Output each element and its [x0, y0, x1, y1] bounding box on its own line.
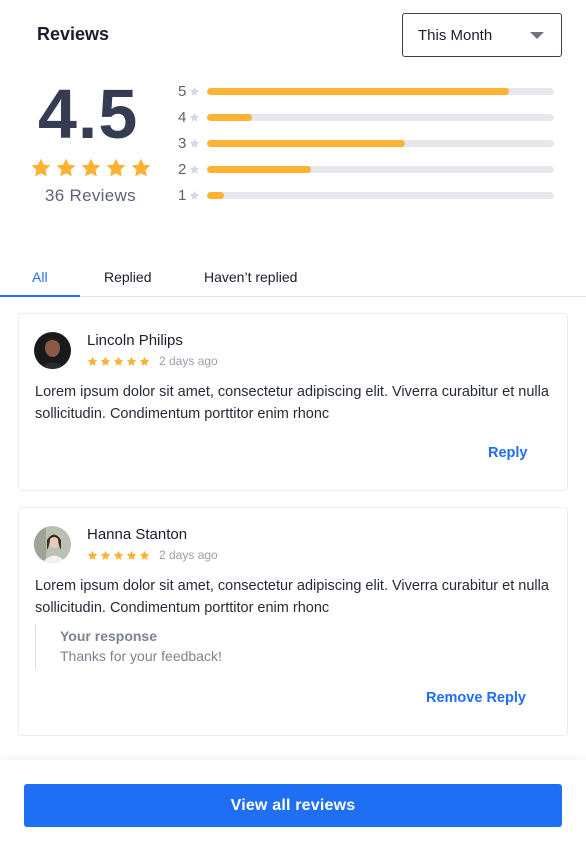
tab-all[interactable]: All: [32, 269, 48, 285]
star-icon: [100, 356, 111, 366]
star-icon: [87, 550, 98, 560]
distribution-row: 3: [178, 130, 558, 156]
distribution-row: 4: [178, 104, 558, 130]
distribution-star-count: 1: [178, 186, 187, 204]
review-text: Lorem ipsum dolor sit amet, consectetur …: [35, 578, 549, 616]
star-icon: [126, 550, 137, 560]
star-icon: [81, 158, 101, 177]
review-filter-tabs: All Replied Haven’t replied: [0, 258, 586, 297]
review-card: Lincoln Philips 2 days ago Lorem ipsum d…: [18, 313, 568, 491]
distribution-bar-track: [207, 139, 554, 147]
distribution-row: 5: [178, 78, 558, 104]
view-all-reviews-button[interactable]: View all reviews: [24, 784, 562, 827]
distribution-bar-fill: [207, 191, 225, 199]
star-icon: [189, 190, 200, 200]
caret-down-icon: [530, 32, 544, 39]
distribution-bar-fill: [207, 165, 312, 173]
distribution-star-count: 3: [178, 134, 187, 152]
star-icon: [126, 356, 137, 366]
distribution-bar-fill: [207, 113, 253, 121]
star-icon: [87, 356, 98, 366]
star-icon: [139, 356, 150, 366]
footer: View all reviews: [0, 760, 586, 852]
period-dropdown-value: This Month: [418, 26, 493, 44]
star-icon: [113, 356, 124, 366]
distribution-bar-fill: [207, 139, 405, 147]
period-dropdown[interactable]: This Month: [402, 13, 562, 57]
response-text: Thanks for your feedback!: [60, 648, 222, 664]
distribution-bar-track: [207, 87, 554, 95]
star-icon: [56, 158, 76, 177]
star-icon: [189, 138, 200, 148]
reviewer-name: Hanna Stanton: [87, 526, 188, 543]
star-icon: [106, 158, 126, 177]
distribution-row: 1: [178, 182, 558, 208]
reply-button[interactable]: Reply: [488, 445, 528, 461]
review-text: Lorem ipsum dolor sit amet, consectetur …: [35, 384, 549, 422]
review-stars: [87, 356, 150, 367]
distribution-bar-track: [207, 191, 554, 199]
distribution-star-count: 4: [178, 108, 187, 126]
response-label: Your response: [60, 628, 157, 644]
star-icon: [113, 550, 124, 560]
review-date: 2 days ago: [159, 548, 218, 562]
distribution-row: 2: [178, 156, 558, 182]
rating-distribution: 5 4 3 2 1: [178, 78, 558, 208]
star-icon: [31, 158, 51, 177]
owner-response: Your response Thanks for your feedback!: [35, 625, 515, 669]
avatar: [34, 526, 71, 563]
distribution-bar-track: [207, 165, 554, 173]
reviewer-name: Lincoln Philips: [87, 332, 183, 349]
review-date: 2 days ago: [159, 354, 218, 368]
distribution-bar-track: [207, 113, 554, 121]
star-icon: [189, 86, 200, 96]
star-icon: [139, 550, 150, 560]
star-icon: [131, 158, 151, 177]
average-stars: [30, 157, 152, 179]
total-reviews-count: 36 Reviews: [45, 186, 136, 205]
active-tab-indicator: [0, 295, 80, 297]
star-icon: [189, 112, 200, 122]
remove-reply-button[interactable]: Remove Reply: [426, 690, 526, 706]
tab-havent-replied[interactable]: Haven’t replied: [204, 269, 297, 285]
avatar: [34, 332, 71, 369]
page-title: Reviews: [37, 24, 110, 44]
distribution-bar-fill: [207, 87, 509, 95]
distribution-star-count: 5: [178, 82, 187, 100]
average-rating: 4.5: [38, 75, 139, 153]
star-icon: [189, 164, 200, 174]
star-icon: [100, 550, 111, 560]
review-stars: [87, 550, 150, 561]
distribution-star-count: 2: [178, 160, 187, 178]
tab-replied[interactable]: Replied: [104, 269, 151, 285]
review-card: Hanna Stanton 2 days ago Lorem ipsum dol…: [18, 507, 568, 736]
